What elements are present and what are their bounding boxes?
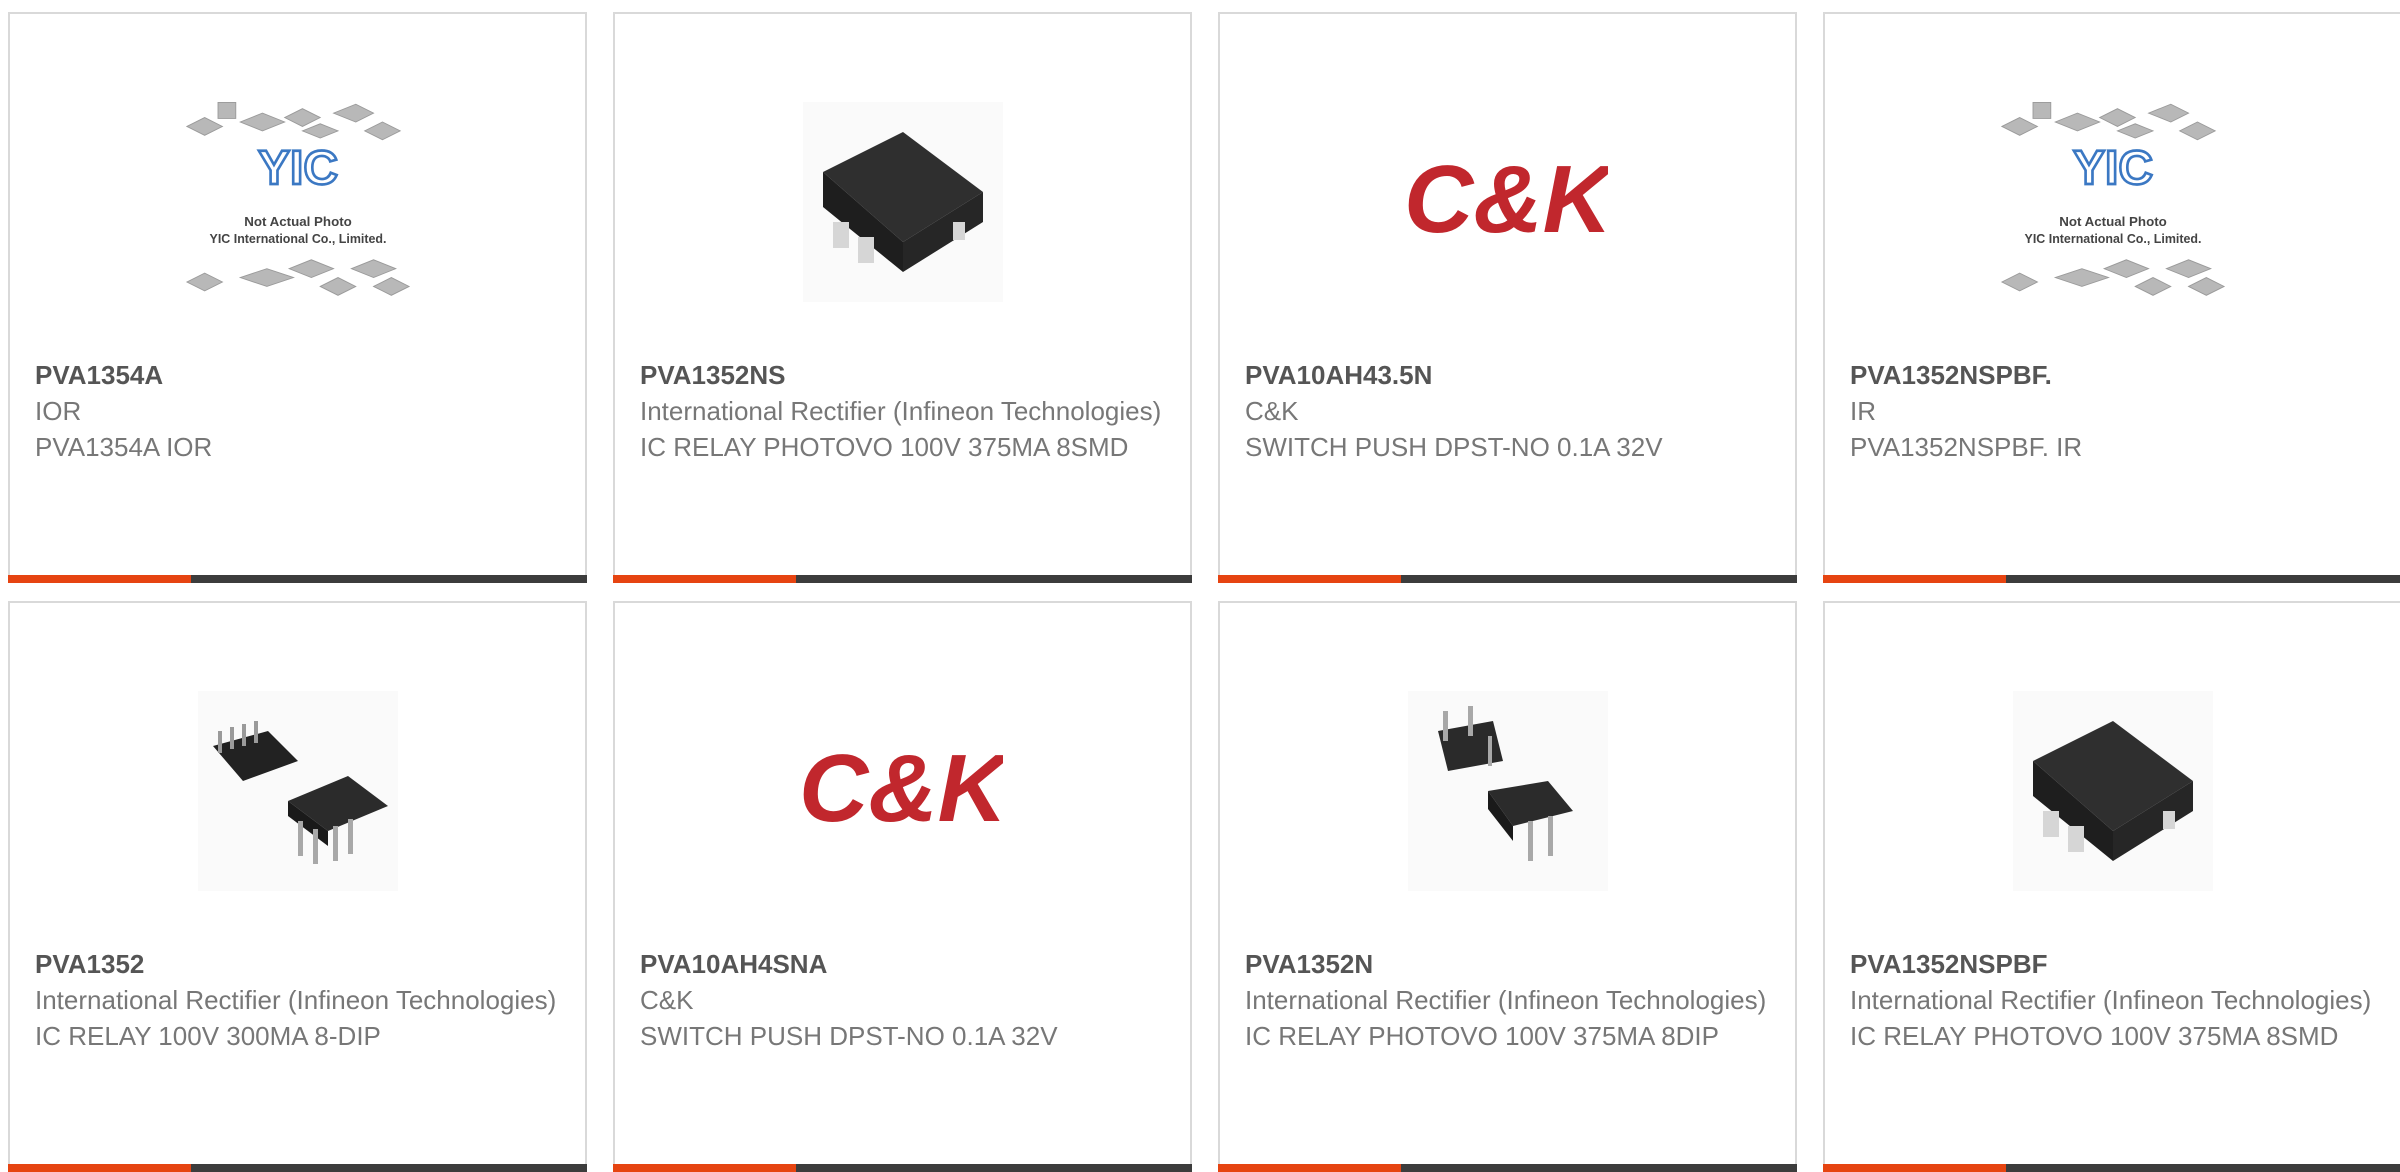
svg-text:C&K: C&K	[1408, 147, 1608, 253]
dip-package-photo	[1407, 691, 1608, 891]
ck-logo-image: C&K	[1408, 147, 1608, 253]
product-card[interactable]: PVA1352NS International Rectifier (Infin…	[613, 12, 1192, 583]
product-card[interactable]: PVA1352NSPBF International Rectifier (In…	[1823, 601, 2400, 1172]
product-card[interactable]: C&K PVA10AH4SNA C&K SWITCH PUSH DPST-NO …	[613, 601, 1192, 1172]
yic-placeholder-image: YIC Not Actual Photo YIC International C…	[2000, 102, 2225, 296]
product-image[interactable]: C&K	[1388, 82, 1628, 322]
ck-logo-image: C&K	[803, 736, 1003, 842]
card-bottom-bar	[8, 575, 587, 583]
product-info: PVA1352NS International Rectifier (Infin…	[640, 357, 1170, 465]
product-info: PVA1352NSPBF International Rectifier (In…	[1850, 946, 2380, 1054]
card-bottom-bar	[8, 1164, 587, 1172]
product-info: PVA1352 International Rectifier (Infineo…	[35, 946, 565, 1054]
smd-package-photo	[802, 102, 1003, 302]
svg-text:YIC International Co., Limited: YIC International Co., Limited.	[209, 232, 386, 246]
card-bottom-bar	[1823, 575, 2400, 583]
part-number[interactable]: PVA10AH43.5N	[1245, 357, 1775, 393]
description: IC RELAY 100V 300MA 8-DIP	[35, 1021, 381, 1051]
manufacturer: International Rectifier (Infineon Techno…	[640, 396, 1162, 426]
part-number[interactable]: PVA1352NSPBF	[1850, 946, 2380, 982]
product-card[interactable]: YIC Not Actual Photo YIC International C…	[1823, 12, 2400, 583]
description: SWITCH PUSH DPST-NO 0.1A 32V	[1245, 432, 1663, 462]
smd-package-photo	[2012, 691, 2213, 891]
description: IC RELAY PHOTOVO 100V 375MA 8SMD	[1850, 1021, 2339, 1051]
manufacturer: International Rectifier (Infineon Techno…	[1245, 985, 1767, 1015]
description: PVA1352NSPBF. IR	[1850, 432, 2083, 462]
card-bottom-bar	[1218, 575, 1797, 583]
card-bottom-bar	[613, 575, 1192, 583]
product-info: PVA1352N International Rectifier (Infine…	[1245, 946, 1775, 1054]
product-image[interactable]	[783, 82, 1023, 322]
description: PVA1354A IOR	[35, 432, 213, 462]
part-number[interactable]: PVA1352NS	[640, 357, 1170, 393]
product-image[interactable]	[178, 671, 418, 911]
manufacturer: International Rectifier (Infineon Techno…	[1850, 985, 2372, 1015]
product-image[interactable]: C&K	[783, 671, 1023, 911]
product-card[interactable]: PVA1352 International Rectifier (Infineo…	[8, 601, 587, 1172]
product-info: PVA10AH4SNA C&K SWITCH PUSH DPST-NO 0.1A…	[640, 946, 1170, 1054]
card-bottom-bar	[1823, 1164, 2400, 1172]
description: SWITCH PUSH DPST-NO 0.1A 32V	[640, 1021, 1058, 1051]
yic-placeholder-image: YIC Not Actual Photo YIC International C…	[185, 102, 410, 296]
svg-text:C&K: C&K	[803, 736, 1003, 842]
svg-text:Not Actual Photo: Not Actual Photo	[244, 214, 352, 229]
product-image[interactable]: YIC Not Actual Photo YIC International C…	[178, 82, 418, 322]
manufacturer: C&K	[640, 985, 694, 1015]
product-card[interactable]: YIC Not Actual Photo YIC International C…	[8, 12, 587, 583]
svg-text:YIC: YIC	[257, 142, 337, 195]
manufacturer: IR	[1850, 396, 1876, 426]
manufacturer: International Rectifier (Infineon Techno…	[35, 985, 557, 1015]
description: IC RELAY PHOTOVO 100V 375MA 8DIP	[1245, 1021, 1719, 1051]
card-bottom-bar	[613, 1164, 1192, 1172]
product-image[interactable]	[1388, 671, 1628, 911]
product-image[interactable]: YIC Not Actual Photo YIC International C…	[1993, 82, 2233, 322]
product-info: PVA1352NSPBF. IR PVA1352NSPBF. IR	[1850, 357, 2380, 465]
manufacturer: C&K	[1245, 396, 1299, 426]
part-number[interactable]: PVA1352	[35, 946, 565, 982]
part-number[interactable]: PVA1352NSPBF.	[1850, 357, 2380, 393]
svg-text:Not Actual Photo: Not Actual Photo	[2059, 214, 2167, 229]
dip-package-photo	[197, 691, 398, 891]
part-number[interactable]: PVA1354A	[35, 357, 565, 393]
svg-text:YIC International Co., Limited: YIC International Co., Limited.	[2024, 232, 2201, 246]
product-card[interactable]: C&K PVA10AH43.5N C&K SWITCH PUSH DPST-NO…	[1218, 12, 1797, 583]
product-info: PVA1354A IOR PVA1354A IOR	[35, 357, 565, 465]
product-grid: YIC Not Actual Photo YIC International C…	[8, 12, 2400, 1172]
product-image[interactable]	[1993, 671, 2233, 911]
description: IC RELAY PHOTOVO 100V 375MA 8SMD	[640, 432, 1129, 462]
manufacturer: IOR	[35, 396, 82, 426]
product-info: PVA10AH43.5N C&K SWITCH PUSH DPST-NO 0.1…	[1245, 357, 1775, 465]
part-number[interactable]: PVA10AH4SNA	[640, 946, 1170, 982]
svg-text:YIC: YIC	[2072, 142, 2152, 195]
product-card[interactable]: PVA1352N International Rectifier (Infine…	[1218, 601, 1797, 1172]
card-bottom-bar	[1218, 1164, 1797, 1172]
part-number[interactable]: PVA1352N	[1245, 946, 1775, 982]
